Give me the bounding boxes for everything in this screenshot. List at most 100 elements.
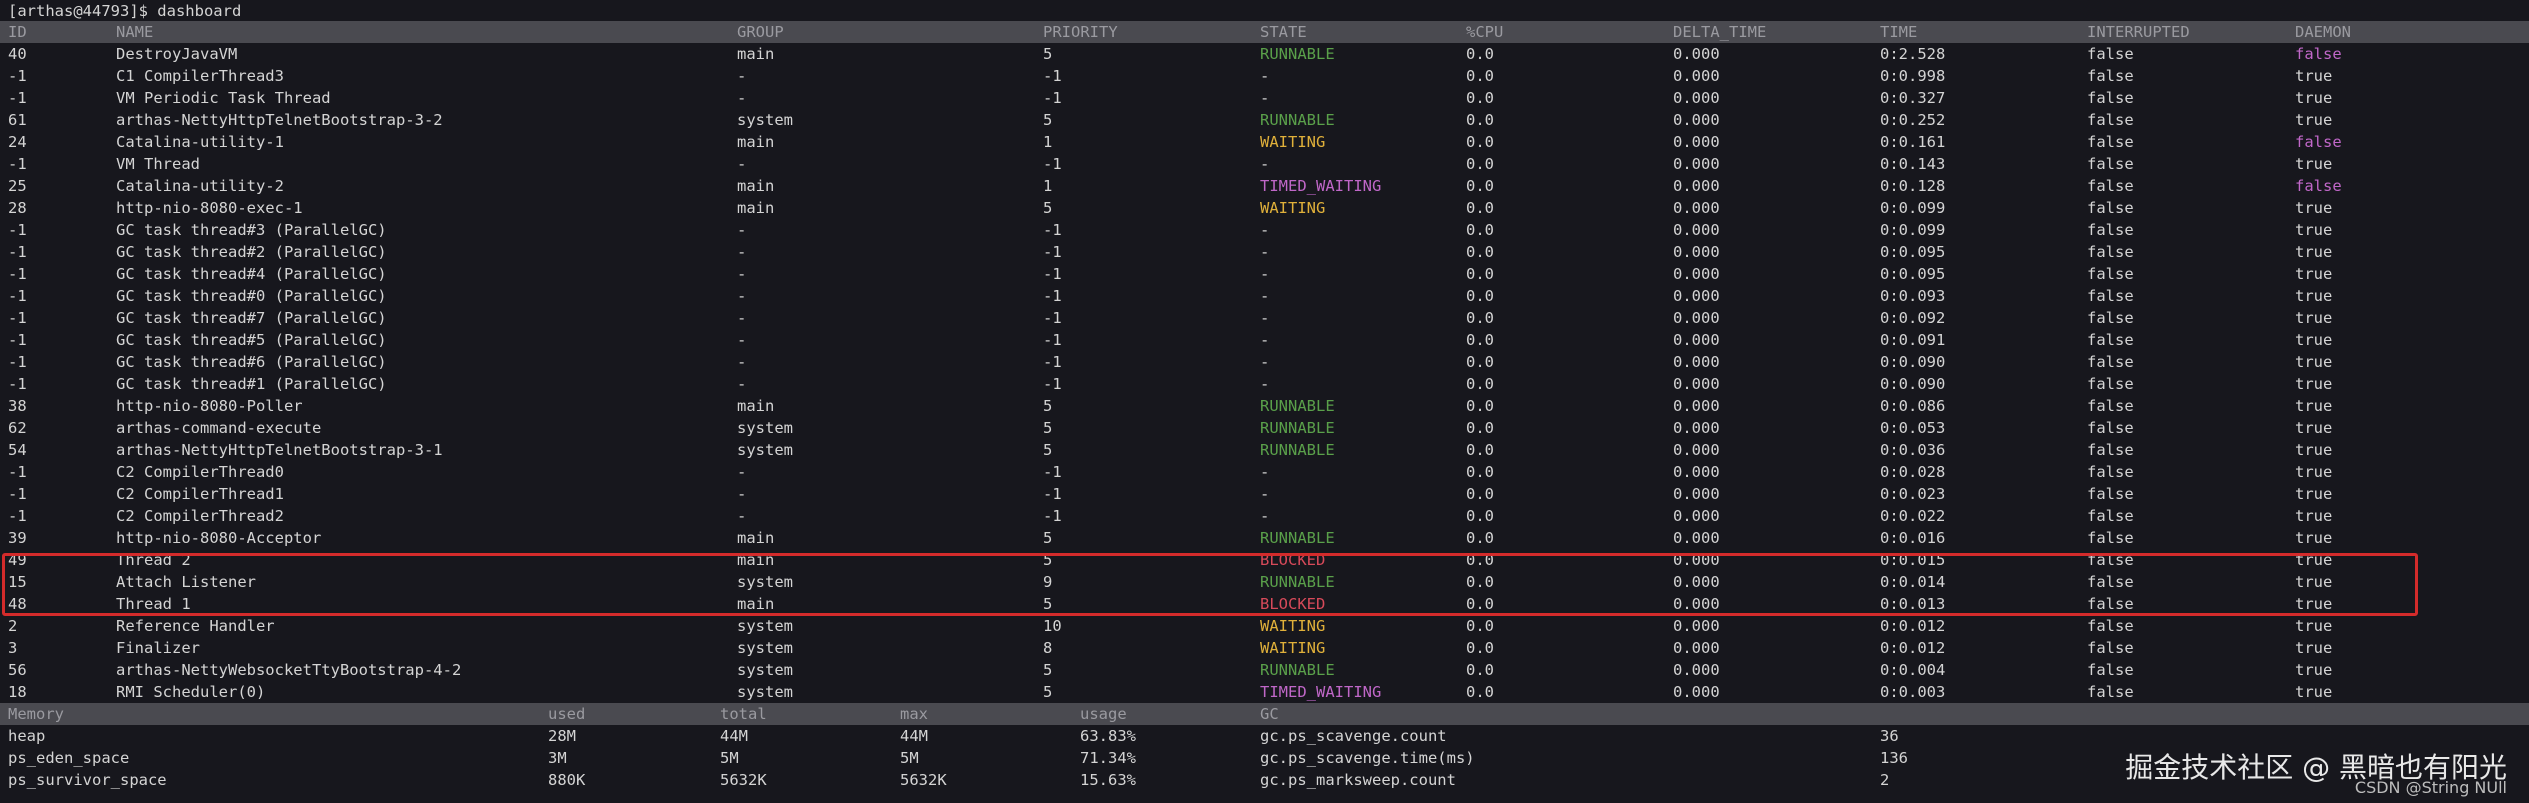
- cell-interrupted: false: [2087, 507, 2134, 525]
- cell-usage: 71.34%: [1080, 749, 1136, 767]
- header-memory: Memory: [8, 705, 64, 723]
- cell-state: RUNNABLE: [1260, 441, 1335, 459]
- cell-priority: 5: [1043, 661, 1053, 679]
- cell-group: -: [737, 507, 747, 525]
- cell-total: 5M: [720, 749, 739, 767]
- cell-total: 5632K: [720, 771, 767, 789]
- cell-state: -: [1260, 243, 1270, 261]
- header-name: NAME: [116, 23, 154, 41]
- cell-delta-time: 0.000: [1673, 199, 1720, 217]
- cell-interrupted: false: [2087, 463, 2134, 481]
- cell-name: arthas-NettyHttpTelnetBootstrap-3-1: [116, 441, 443, 459]
- cell-delta-time: 0.000: [1673, 133, 1720, 151]
- cell-daemon: false: [2295, 45, 2342, 63]
- cell-delta-time: 0.000: [1673, 177, 1720, 195]
- header-cpu: %CPU: [1466, 23, 1504, 41]
- cell-cpu: 0.0: [1466, 155, 1494, 173]
- table-row: 24 Catalina-utility-1 main 1 WAITING 0.0 0.000…: [0, 131, 2529, 153]
- cell-time: 0:0.012: [1880, 639, 1946, 657]
- cell-cpu: 0.0: [1466, 639, 1494, 657]
- cell-name: GC task thread#1 (ParallelGC): [116, 375, 387, 393]
- cell-group: system: [737, 441, 793, 459]
- cell-time: 0:0.003: [1880, 683, 1946, 701]
- cell-name: C1 CompilerThread3: [116, 67, 284, 85]
- header-daemon: DAEMON: [2295, 23, 2351, 41]
- cell-group: system: [737, 111, 793, 129]
- cell-gc-name: gc.ps_scavenge.time(ms): [1260, 749, 1475, 767]
- cell-daemon: true: [2295, 287, 2333, 305]
- table-row: 40 DestroyJavaVM main 5 RUNNABLE 0.0 0.000 0:2.…: [0, 43, 2529, 65]
- cell-state: -: [1260, 463, 1270, 481]
- cell-cpu: 0.0: [1466, 661, 1494, 679]
- table-row: 62 arthas-command-execute system 5 RUNNABLE 0…: [0, 417, 2529, 439]
- cell-cpu: 0.0: [1466, 463, 1494, 481]
- cell-id: 39: [8, 529, 27, 547]
- cell-time: 0:0.023: [1880, 485, 1946, 503]
- table-row: -1 VM Thread - -1 - 0.0 0.000 0:0.143 false true: [0, 153, 2529, 175]
- cell-time: 0:0.998: [1880, 67, 1946, 85]
- cell-delta-time: 0.000: [1673, 155, 1720, 173]
- cell-state: -: [1260, 485, 1270, 503]
- cell-id: -1: [8, 331, 27, 349]
- cell-interrupted: false: [2087, 617, 2134, 635]
- cell-group: -: [737, 287, 747, 305]
- cell-cpu: 0.0: [1466, 199, 1494, 217]
- cell-id: -1: [8, 309, 27, 327]
- cell-id: -1: [8, 67, 27, 85]
- cell-memory: ps_eden_space: [8, 749, 130, 767]
- cell-cpu: 0.0: [1466, 243, 1494, 261]
- cell-name: C2 CompilerThread1: [116, 485, 284, 503]
- cell-max: 5M: [900, 749, 919, 767]
- cell-priority: 5: [1043, 199, 1053, 217]
- cell-group: -: [737, 67, 747, 85]
- cell-cpu: 0.0: [1466, 617, 1494, 635]
- cell-name: GC task thread#5 (ParallelGC): [116, 331, 387, 349]
- cell-time: 0:0.128: [1880, 177, 1946, 195]
- cell-id: -1: [8, 353, 27, 371]
- cell-name: GC task thread#6 (ParallelGC): [116, 353, 387, 371]
- cell-delta-time: 0.000: [1673, 639, 1720, 657]
- header-time: TIME: [1880, 23, 1918, 41]
- cell-interrupted: false: [2087, 287, 2134, 305]
- cell-priority: 5: [1043, 529, 1053, 547]
- cell-time: 0:0.252: [1880, 111, 1946, 129]
- cell-cpu: 0.0: [1466, 133, 1494, 151]
- cell-id: -1: [8, 155, 27, 173]
- cell-state: RUNNABLE: [1260, 661, 1335, 679]
- cell-group: -: [737, 309, 747, 327]
- cell-priority: -1: [1043, 155, 1062, 173]
- cell-priority: 1: [1043, 133, 1053, 151]
- cell-id: 2: [8, 617, 18, 635]
- cell-cpu: 0.0: [1466, 375, 1494, 393]
- cell-group: main: [737, 45, 775, 63]
- cell-cpu: 0.0: [1466, 507, 1494, 525]
- memory-row: heap 28M 44M 44M 63.83% gc.ps_scavenge.count 3…: [0, 725, 2529, 747]
- cell-group: system: [737, 639, 793, 657]
- cell-delta-time: 0.000: [1673, 419, 1720, 437]
- cell-daemon: true: [2295, 199, 2333, 217]
- cell-name: GC task thread#2 (ParallelGC): [116, 243, 387, 261]
- cell-id: 38: [8, 397, 27, 415]
- header-interrupted: INTERRUPTED: [2087, 23, 2190, 41]
- cell-time: 0:0.016: [1880, 529, 1946, 547]
- cell-time: 0:0.095: [1880, 243, 1946, 261]
- cell-state: WAITING: [1260, 639, 1326, 657]
- cell-state: RUNNABLE: [1260, 529, 1335, 547]
- cell-cpu: 0.0: [1466, 331, 1494, 349]
- table-row: 18 RMI Scheduler(0) system 5 TIMED_WAITING 0.…: [0, 681, 2529, 703]
- cell-state: RUNNABLE: [1260, 45, 1335, 63]
- header-usage: usage: [1080, 705, 1127, 723]
- cell-id: -1: [8, 243, 27, 261]
- cell-cpu: 0.0: [1466, 177, 1494, 195]
- cell-usage: 15.63%: [1080, 771, 1136, 789]
- cell-cpu: 0.0: [1466, 265, 1494, 283]
- cell-priority: 5: [1043, 397, 1053, 415]
- cell-used: 3M: [548, 749, 567, 767]
- cell-daemon: true: [2295, 441, 2333, 459]
- cell-id: 62: [8, 419, 27, 437]
- cell-group: system: [737, 683, 793, 701]
- cell-state: -: [1260, 89, 1270, 107]
- cell-name: arthas-NettyHttpTelnetBootstrap-3-2: [116, 111, 443, 129]
- cell-gc-value: 136: [1880, 749, 1908, 767]
- cell-daemon: true: [2295, 221, 2333, 239]
